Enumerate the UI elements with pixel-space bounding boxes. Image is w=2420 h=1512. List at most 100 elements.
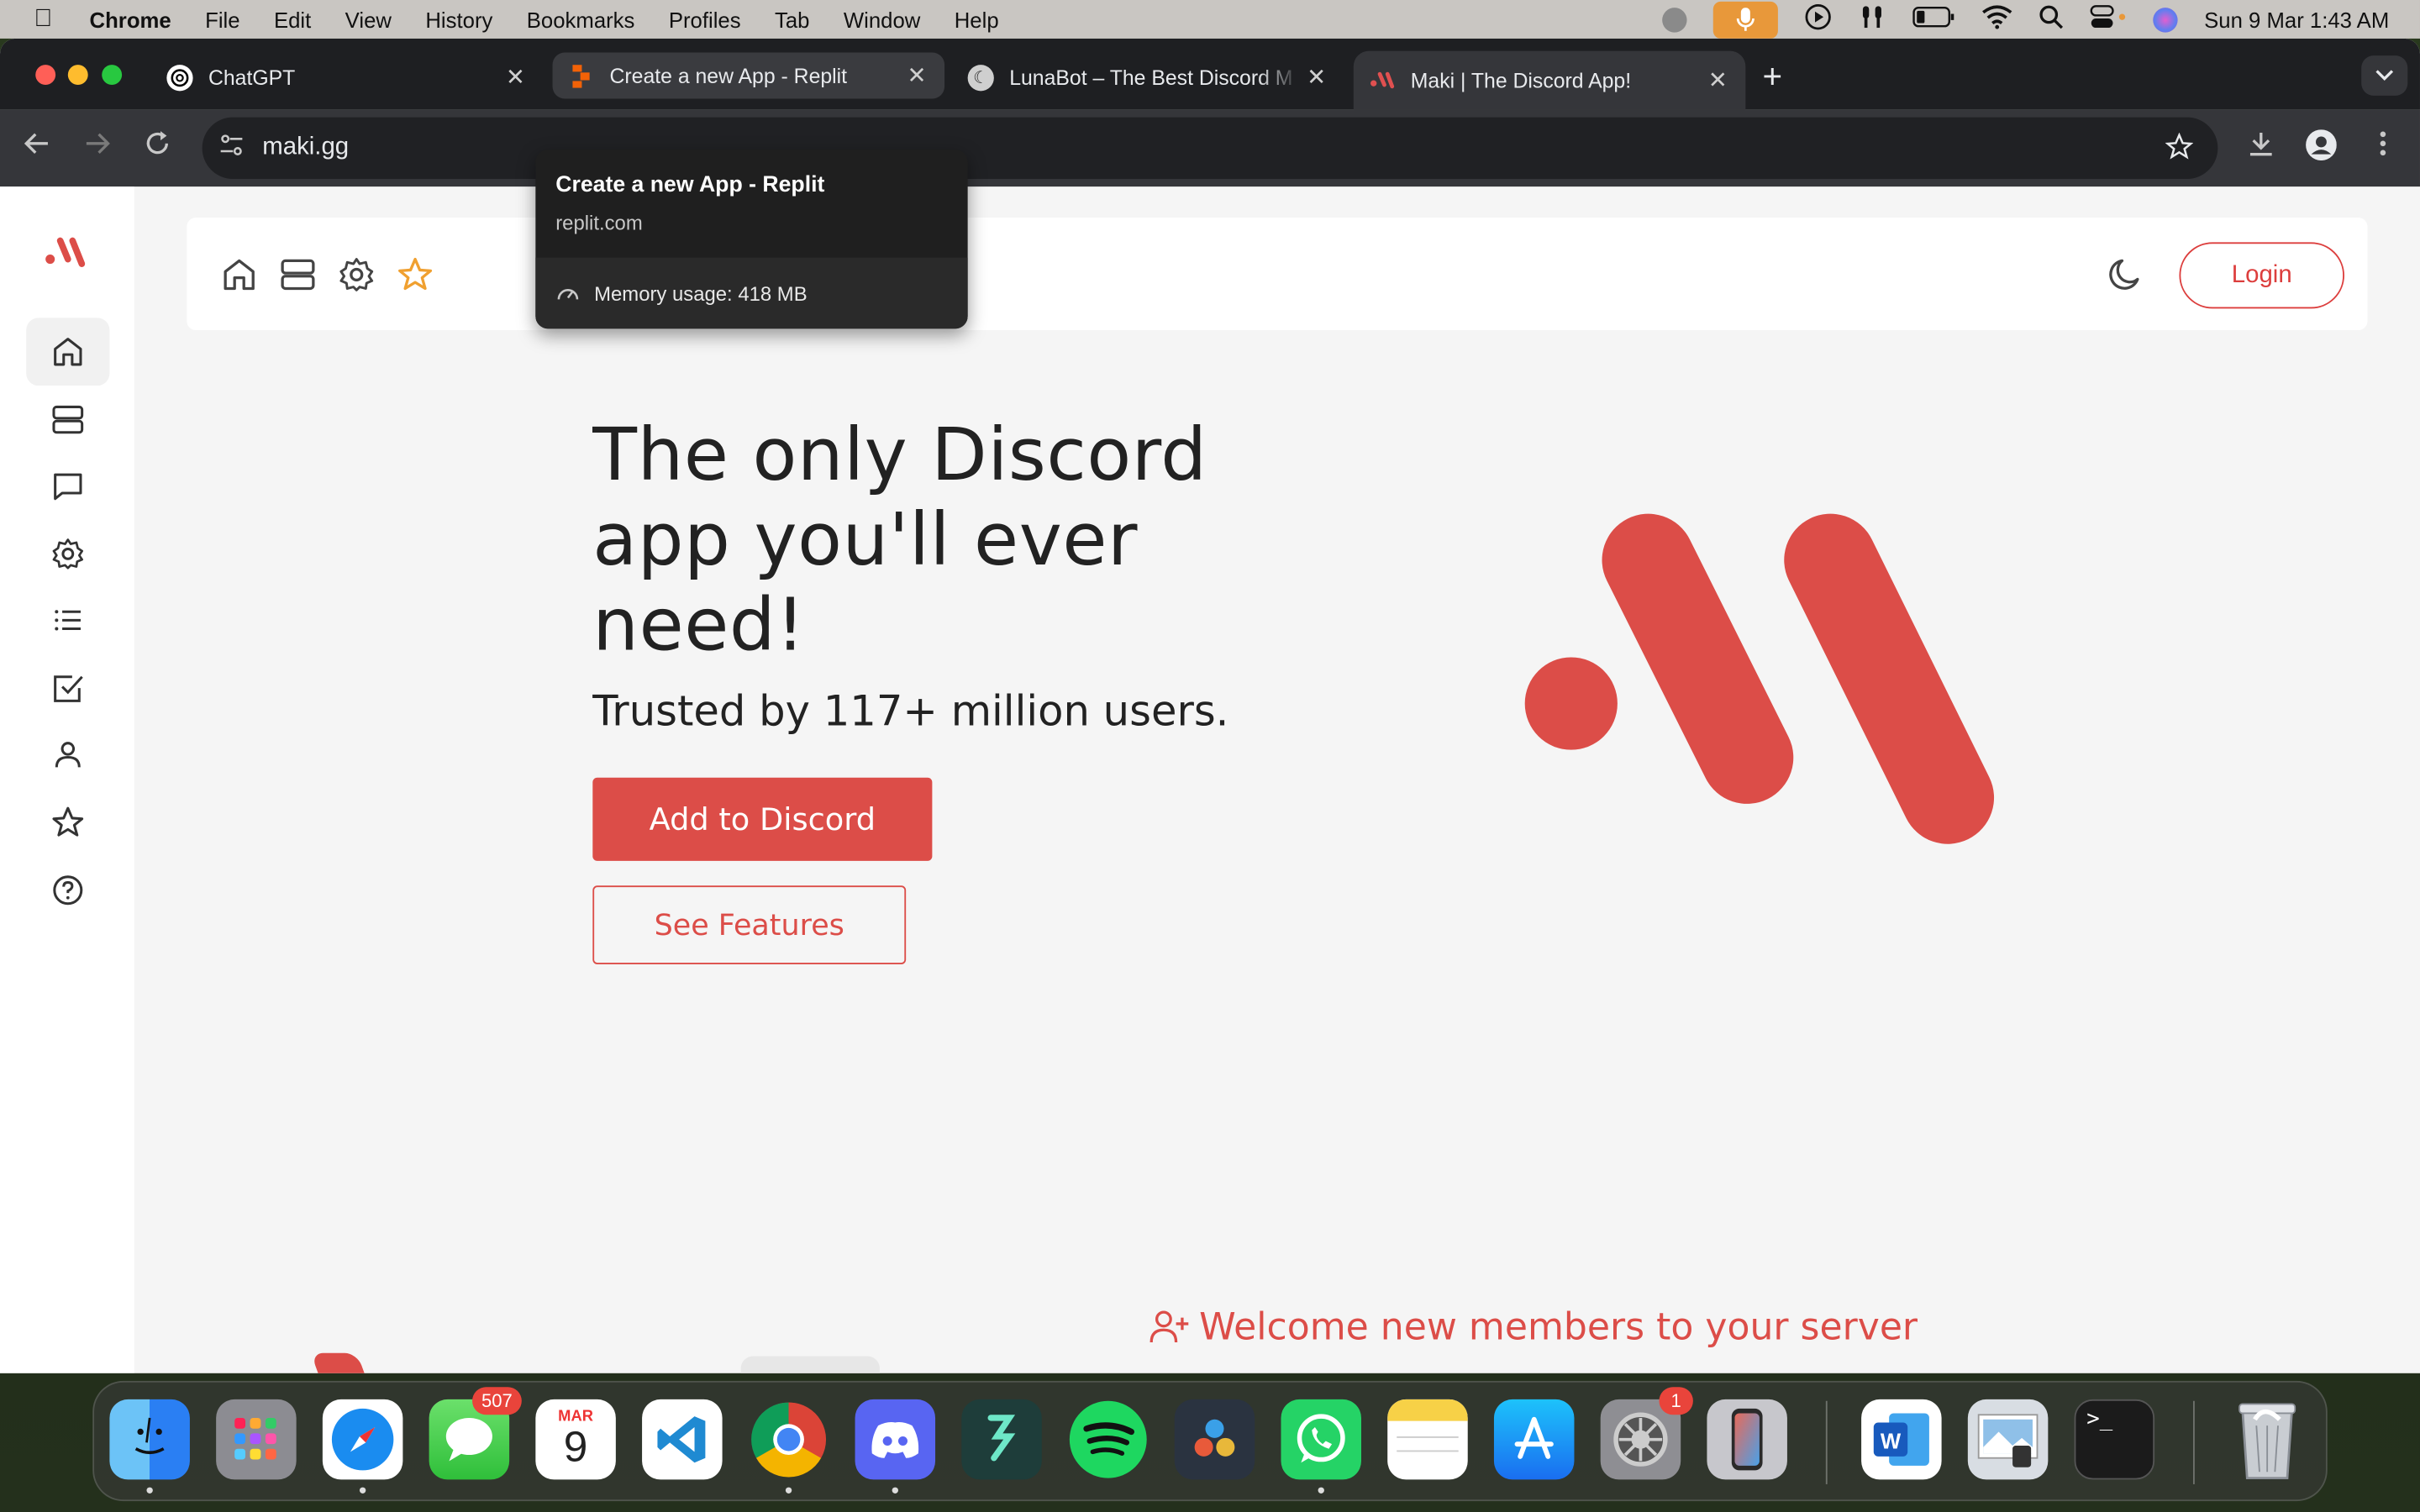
close-tab-icon[interactable]: ✕ <box>500 63 531 91</box>
login-button[interactable]: Login <box>2179 242 2344 309</box>
tab-search-button[interactable] <box>2361 55 2408 96</box>
profile-avatar-icon[interactable] <box>2302 129 2339 166</box>
sidebar-item-settings[interactable] <box>26 520 109 588</box>
preview-card <box>740 1356 880 1373</box>
menu-file[interactable]: File <box>205 7 239 31</box>
sidebar-item-home[interactable] <box>26 318 110 386</box>
home-icon[interactable] <box>221 256 258 293</box>
server-icon <box>52 405 84 434</box>
microphone-icon[interactable] <box>1713 0 1779 38</box>
terminal-icon[interactable]: >_ <box>2074 1399 2155 1480</box>
minimize-window-button[interactable] <box>67 65 88 86</box>
menubar-clock[interactable]: Sun 9 Mar 1:43 AM <box>2204 7 2389 31</box>
maki-hero-logo <box>1512 496 2022 874</box>
sidebar-item-servers[interactable] <box>26 386 109 454</box>
system-settings-icon[interactable]: 1 <box>1600 1387 1693 1480</box>
vscode-icon[interactable] <box>642 1399 723 1480</box>
menu-history[interactable]: History <box>425 7 492 31</box>
battery-icon[interactable] <box>1912 6 1955 32</box>
gear-icon <box>52 538 83 570</box>
tab-chatgpt[interactable]: ChatGPT ✕ <box>151 51 544 103</box>
menu-app-name[interactable]: Chrome <box>90 7 171 31</box>
download-icon[interactable] <box>2243 129 2280 166</box>
section-heading: Welcome new members to your server <box>1150 1305 1918 1348</box>
tab-title: ChatGPT <box>208 66 296 89</box>
airpods-icon[interactable] <box>1859 3 1886 36</box>
browser-window: ChatGPT ✕ Create a new App - Replit ✕ ☾ … <box>0 38 2420 1373</box>
finder-icon[interactable] <box>109 1399 190 1494</box>
tab-maki[interactable]: Maki | The Discord App! ✕ <box>1353 50 1746 110</box>
preview-icon[interactable] <box>1967 1399 2049 1480</box>
close-tab-icon[interactable]: ✕ <box>1702 66 1733 94</box>
site-info-icon[interactable] <box>219 132 244 165</box>
iphone-mirroring-icon[interactable] <box>1707 1399 1787 1480</box>
back-icon[interactable] <box>18 129 55 166</box>
running-indicator <box>1318 1487 1324 1494</box>
tab-title: Maki | The Discord App! <box>1410 68 1632 92</box>
close-window-button[interactable] <box>35 65 56 86</box>
search-icon[interactable] <box>2039 5 2064 34</box>
trash-icon[interactable] <box>2227 1399 2307 1480</box>
sidebar-item-list[interactable] <box>26 586 109 654</box>
chrome-menu-icon[interactable] <box>2365 129 2402 166</box>
safari-icon[interactable] <box>322 1399 403 1494</box>
chrome-icon[interactable] <box>749 1399 829 1494</box>
menu-view[interactable]: View <box>345 7 392 31</box>
menu-profiles[interactable]: Profiles <box>669 7 741 31</box>
screen:  Chrome File Edit View History Bookmark… <box>0 0 2420 1512</box>
maki-logo-icon[interactable] <box>45 236 87 278</box>
menu-edit[interactable]: Edit <box>274 7 311 31</box>
add-to-discord-button[interactable]: Add to Discord <box>592 777 933 861</box>
word-icon[interactable]: W <box>1861 1399 1942 1480</box>
reload-icon[interactable] <box>139 129 176 166</box>
menu-help[interactable]: Help <box>955 7 999 31</box>
settings-badge: 1 <box>1659 1387 1693 1415</box>
notes-header <box>1387 1399 1468 1421</box>
see-features-button[interactable]: See Features <box>592 885 907 964</box>
filmora-icon[interactable] <box>961 1399 1042 1480</box>
davinci-resolve-icon[interactable] <box>1174 1399 1255 1480</box>
record-indicator-icon[interactable] <box>1662 7 1687 32</box>
messages-icon[interactable]: 507 <box>429 1387 522 1480</box>
sidebar-item-tasks[interactable] <box>26 654 109 722</box>
wifi-icon[interactable] <box>1982 5 2013 34</box>
app-store-icon[interactable] <box>1493 1399 1575 1480</box>
apple-icon[interactable]:  <box>34 5 58 33</box>
server-icon[interactable] <box>279 256 316 293</box>
tab-title: Create a new App - Replit <box>609 64 848 87</box>
bookmark-star-icon[interactable] <box>2165 132 2194 168</box>
close-tab-icon[interactable]: ✕ <box>902 61 933 89</box>
spotify-icon[interactable] <box>1068 1399 1149 1480</box>
sidebar-item-favorites[interactable] <box>26 789 109 857</box>
zoom-window-button[interactable] <box>102 65 123 86</box>
address-bar[interactable]: maki.gg <box>202 117 2218 180</box>
discord-icon[interactable] <box>855 1399 936 1494</box>
new-tab-button[interactable]: + <box>1763 57 1783 97</box>
decorative-shape <box>310 1352 369 1373</box>
menu-window[interactable]: Window <box>844 7 920 31</box>
forward-icon[interactable] <box>79 129 116 166</box>
notes-icon[interactable] <box>1387 1399 1468 1480</box>
calendar-icon[interactable]: MAR 9 <box>535 1399 616 1480</box>
dark-mode-moon-icon[interactable] <box>2107 256 2144 293</box>
url-text[interactable]: maki.gg <box>262 134 349 162</box>
sidebar-item-help[interactable] <box>26 856 109 924</box>
sidebar-item-profile[interactable] <box>26 721 109 789</box>
menu-bookmarks[interactable]: Bookmarks <box>527 7 635 31</box>
tab-title: LunaBot – The Best Discord M <box>1009 66 1293 89</box>
dock-separator <box>2192 1400 2195 1484</box>
gear-icon[interactable] <box>338 256 375 293</box>
control-center-icon[interactable] <box>2090 5 2127 34</box>
close-tab-icon[interactable]: ✕ <box>1301 63 1332 91</box>
star-icon[interactable] <box>397 256 434 293</box>
tab-replit[interactable]: Create a new App - Replit ✕ <box>552 52 945 99</box>
tab-lunabot[interactable]: ☾ LunaBot – The Best Discord M ✕ <box>952 51 1344 103</box>
calendar-day: 9 <box>563 1421 588 1470</box>
menu-tab[interactable]: Tab <box>775 7 809 31</box>
siri-icon[interactable] <box>2153 7 2178 32</box>
launchpad-icon[interactable] <box>216 1399 297 1480</box>
whatsapp-icon[interactable] <box>1281 1399 1361 1494</box>
sidebar-item-messages[interactable] <box>26 452 109 520</box>
maki-icon <box>1369 67 1395 93</box>
play-icon[interactable] <box>1804 3 1832 36</box>
